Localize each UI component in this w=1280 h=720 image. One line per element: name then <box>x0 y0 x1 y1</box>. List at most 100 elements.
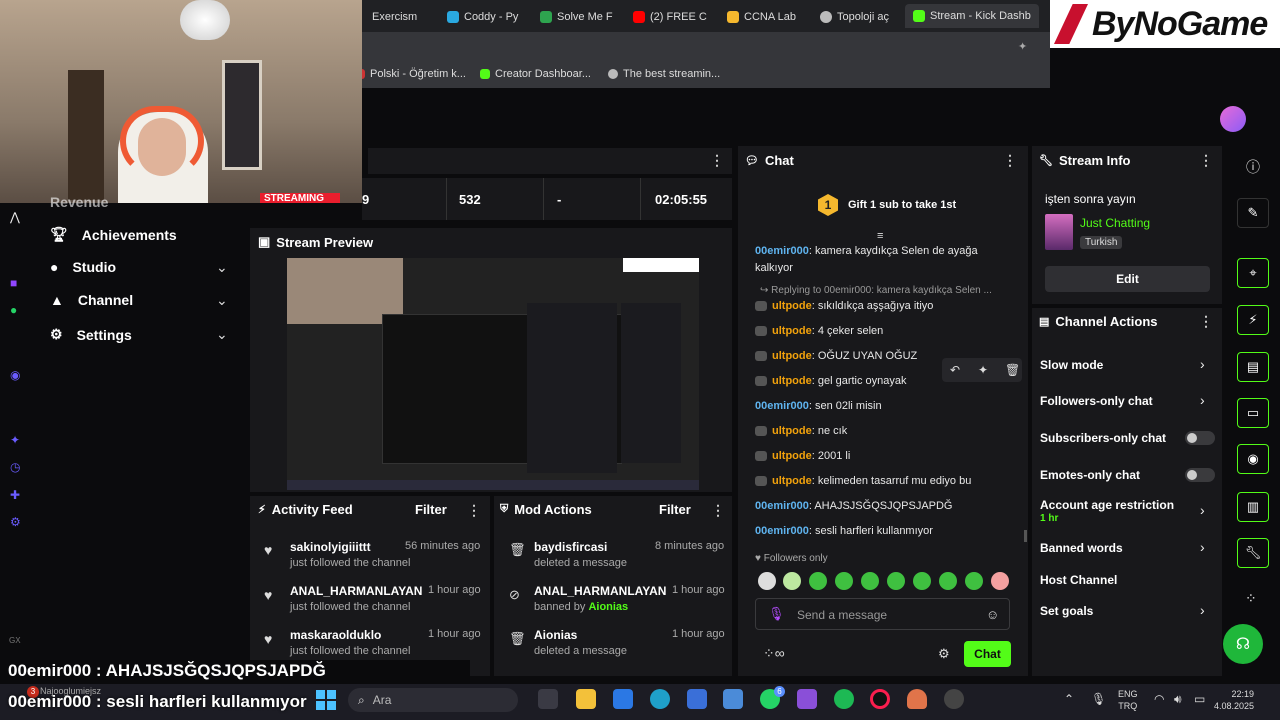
cloud-icon[interactable] <box>907 689 927 709</box>
mod-menu-icon[interactable]: ⋮ <box>711 502 725 519</box>
emoji-icon[interactable]: ☺ <box>986 607 999 622</box>
pin-message-icon[interactable]: ✦ <box>978 363 988 377</box>
chat-message-hovered[interactable]: ultpode: gel gartic oynayak <box>755 375 907 387</box>
volume-icon[interactable]: 🔊︎ <box>1174 692 1182 707</box>
chevron-right-icon[interactable]: › <box>1200 356 1205 372</box>
layout-button[interactable]: ▥ <box>1237 492 1269 522</box>
emote[interactable] <box>939 572 957 590</box>
scan-button[interactable]: ⌖ <box>1237 258 1269 288</box>
bookmark-creator-dashboard[interactable]: Creator Dashboar... <box>480 68 591 80</box>
reply-icon[interactable]: ↶ <box>950 363 960 377</box>
info-icon[interactable]: ⓘ <box>1246 157 1260 177</box>
emote[interactable] <box>861 572 879 590</box>
tab-kick-dashboard[interactable]: Stream - Kick Dashb <box>905 4 1039 28</box>
clock[interactable]: 22:19 4.08.2025 <box>1214 688 1254 712</box>
stream-preview-video[interactable] <box>287 258 699 490</box>
chat-message[interactable]: 00emir000: kamera kaydıkça Selen de ayağ… <box>755 245 978 257</box>
chat-settings-icon[interactable]: ⚙ <box>938 646 950 662</box>
mod-target[interactable]: Aionias <box>534 628 577 642</box>
extensions-icon[interactable]: ✚ <box>10 488 20 502</box>
sidebar-item-revenue[interactable]: Revenue <box>50 194 108 210</box>
chat-message[interactable]: 00emir000: sesli harfleri kullanmıyor <box>755 525 933 537</box>
clock-icon[interactable]: ◷ <box>10 460 20 474</box>
chat-message[interactable]: ultpode: kelimeden tasarruf mu ediyo bu <box>755 475 971 487</box>
broadcast-button[interactable]: ◉ <box>1237 444 1269 474</box>
emote[interactable] <box>887 572 905 590</box>
chat-message[interactable]: ultpode: ne cık <box>755 425 847 437</box>
chat-send-button[interactable]: Chat <box>964 641 1011 667</box>
channel-actions-menu-icon[interactable]: ⋮ <box>1199 313 1213 330</box>
pin-icon[interactable]: ✦ <box>10 433 20 447</box>
sidebar-item-settings[interactable]: ⚙ Settings <box>50 326 132 343</box>
emotes-only-toggle[interactable] <box>1185 468 1215 482</box>
delete-icon[interactable]: 🗑︎ <box>1005 363 1020 377</box>
play-icon[interactable]: ◉ <box>10 368 20 382</box>
task-view-icon[interactable] <box>538 689 558 709</box>
edit-stream-button[interactable]: Edit <box>1045 266 1210 292</box>
stream-info-menu-icon[interactable]: ⋮ <box>1199 152 1213 169</box>
sidebar-item-channel[interactable]: ▲ Channel <box>50 292 133 308</box>
chat-message[interactable]: ultpode: 4 çeker selen <box>755 325 883 337</box>
edge-icon[interactable] <box>650 689 670 709</box>
action-host-channel[interactable]: Host Channel <box>1040 573 1117 587</box>
mic-tray-icon[interactable]: 🎙︎ <box>1091 692 1106 706</box>
mic-icon[interactable]: 🎙︎ <box>768 606 785 622</box>
support-button[interactable]: ☊ <box>1223 624 1263 664</box>
tab-coddy[interactable]: Coddy - Py <box>447 6 518 28</box>
emote[interactable] <box>965 572 983 590</box>
mod-filter-button[interactable]: Filter <box>659 502 691 517</box>
store-icon[interactable] <box>613 689 633 709</box>
gift-banner[interactable]: 1 Gift 1 sub to take 1st <box>818 194 956 216</box>
chat-scrollbar[interactable] <box>1024 530 1027 542</box>
tools-button[interactable]: 🔧︎ <box>1237 538 1269 568</box>
subscribers-only-toggle[interactable] <box>1185 431 1215 445</box>
stats-menu-icon[interactable]: ⋮ <box>710 152 724 169</box>
chat-message[interactable]: 00emir000: sen 02li misin <box>755 400 882 412</box>
action-set-goals[interactable]: Set goals <box>1040 604 1093 618</box>
edit-pencil-button[interactable]: ✎ <box>1237 198 1269 228</box>
chevron-down-icon[interactable]: ⌄ <box>216 292 228 309</box>
action-slow-mode[interactable]: Slow mode <box>1040 358 1103 372</box>
chevron-right-icon[interactable]: › <box>1200 539 1205 555</box>
visual-studio-icon[interactable] <box>797 689 817 709</box>
language-indicator[interactable]: ENG TRQ <box>1118 688 1138 712</box>
action-followers-only[interactable]: Followers-only chat <box>1040 394 1153 408</box>
emote[interactable] <box>835 572 853 590</box>
settings-icon[interactable]: ⚙ <box>10 515 21 529</box>
emote[interactable] <box>991 572 1009 590</box>
aria-icon[interactable]: ⋀ <box>10 210 20 224</box>
tab-solve-me[interactable]: Solve Me F <box>540 6 613 28</box>
whiteboard-icon[interactable] <box>687 689 707 709</box>
mod-target[interactable]: baydisfircasi <box>534 540 607 554</box>
mod-target[interactable]: ANAL_HARMANLAYAN <box>534 584 666 598</box>
chevron-down-icon[interactable]: ⌄ <box>216 326 228 343</box>
chevron-right-icon[interactable]: › <box>1200 392 1205 408</box>
activity-user[interactable]: ANAL_HARMANLAYAN <box>290 584 422 598</box>
chat-message[interactable]: 00emir000: AHAJSJSĞQSJQPSJAPDĞ <box>755 500 953 512</box>
emote[interactable] <box>809 572 827 590</box>
emote[interactable] <box>783 572 801 590</box>
opera-gx-icon[interactable] <box>870 689 890 709</box>
chat-message[interactable]: ultpode: OĞUZ UYAN OĞUZ <box>755 350 917 362</box>
chat-message[interactable]: ultpode: sıkıldıkça aşşağıya itiyo <box>755 300 933 312</box>
action-account-age[interactable]: Account age restriction <box>1040 498 1174 512</box>
tab-youtube[interactable]: (2) FREE C <box>633 6 707 28</box>
spotify-icon[interactable] <box>834 689 854 709</box>
bolt-button[interactable]: ⚡︎ <box>1237 305 1269 335</box>
taskbar-search[interactable]: ⌕ Ara <box>348 688 518 712</box>
chevron-down-icon[interactable]: ⌄ <box>216 259 228 276</box>
wifi-icon[interactable]: ◠ <box>1154 692 1164 706</box>
extensions-icon[interactable]: ⁘ <box>1245 590 1257 607</box>
profile-avatar[interactable] <box>1220 106 1246 132</box>
bookmark-polski[interactable]: Polski - Öğretim k... <box>355 68 466 80</box>
file-explorer-icon[interactable] <box>576 689 596 709</box>
pin-icon[interactable]: ✦ <box>1018 40 1027 53</box>
emote[interactable] <box>758 572 776 590</box>
tab-ccna[interactable]: CCNA Lab <box>727 6 796 28</box>
activity-menu-icon[interactable]: ⋮ <box>467 502 481 519</box>
calculator-icon[interactable] <box>723 689 743 709</box>
sidebar-item-studio[interactable]: ● Studio <box>50 259 116 275</box>
chat-popout-button[interactable]: ▭ <box>1237 398 1269 428</box>
activity-user[interactable]: sakinolyigiiittt <box>290 540 371 554</box>
document-button[interactable]: ▤ <box>1237 352 1269 382</box>
